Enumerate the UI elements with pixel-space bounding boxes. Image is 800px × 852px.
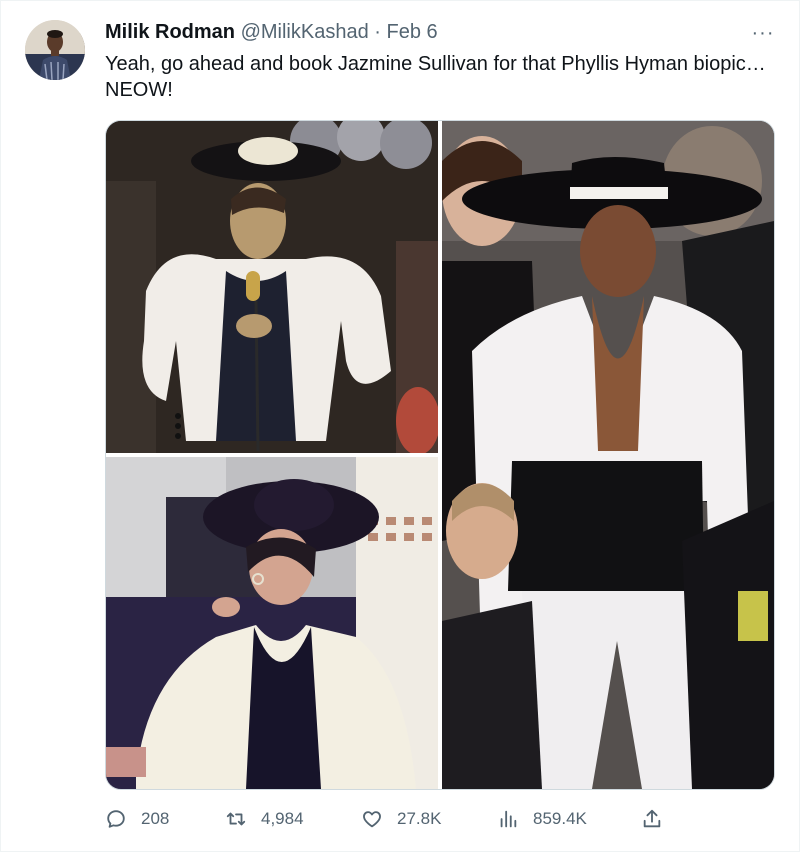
views-button[interactable]: 859.4K (497, 801, 587, 837)
more-label: ··· (751, 21, 775, 44)
more-icon[interactable]: ··· (749, 21, 777, 44)
photo-right[interactable] (442, 121, 774, 789)
author-name[interactable]: Milik Rodman (105, 21, 235, 43)
photo-top-left[interactable] (106, 121, 438, 453)
heart-icon (363, 811, 381, 828)
like-button[interactable]: 27.8K (361, 801, 441, 837)
author-handle[interactable]: @MilikKashad (241, 21, 369, 43)
photo-bottom-left[interactable] (106, 457, 438, 789)
tweet-date[interactable]: Feb 6 (387, 21, 438, 43)
action-bar: 208 4,984 27.8K 859.4K (105, 801, 665, 837)
views-icon (500, 810, 517, 828)
tweet-text: Yeah, go ahead and book Jazmine Sullivan… (105, 53, 766, 101)
share-icon (643, 809, 661, 828)
avatar[interactable] (25, 20, 85, 80)
retweet-icon (226, 812, 246, 826)
tweet-card[interactable]: Milik Rodman @MilikKashad · Feb 6 ··· Ye… (0, 0, 800, 852)
retweet-count: 4,984 (261, 809, 304, 828)
share-button[interactable] (641, 801, 677, 837)
tweet-header: Milik Rodman @MilikKashad · Feb 6 (105, 21, 438, 44)
like-count: 27.8K (397, 809, 442, 828)
reply-icon (107, 810, 125, 828)
separator-dot: · (374, 21, 381, 43)
media-grid (105, 120, 775, 790)
retweet-button[interactable]: 4,984 (225, 801, 304, 837)
views-count: 859.4K (533, 809, 587, 828)
reply-count: 208 (141, 809, 170, 828)
reply-button[interactable]: 208 (105, 801, 169, 837)
